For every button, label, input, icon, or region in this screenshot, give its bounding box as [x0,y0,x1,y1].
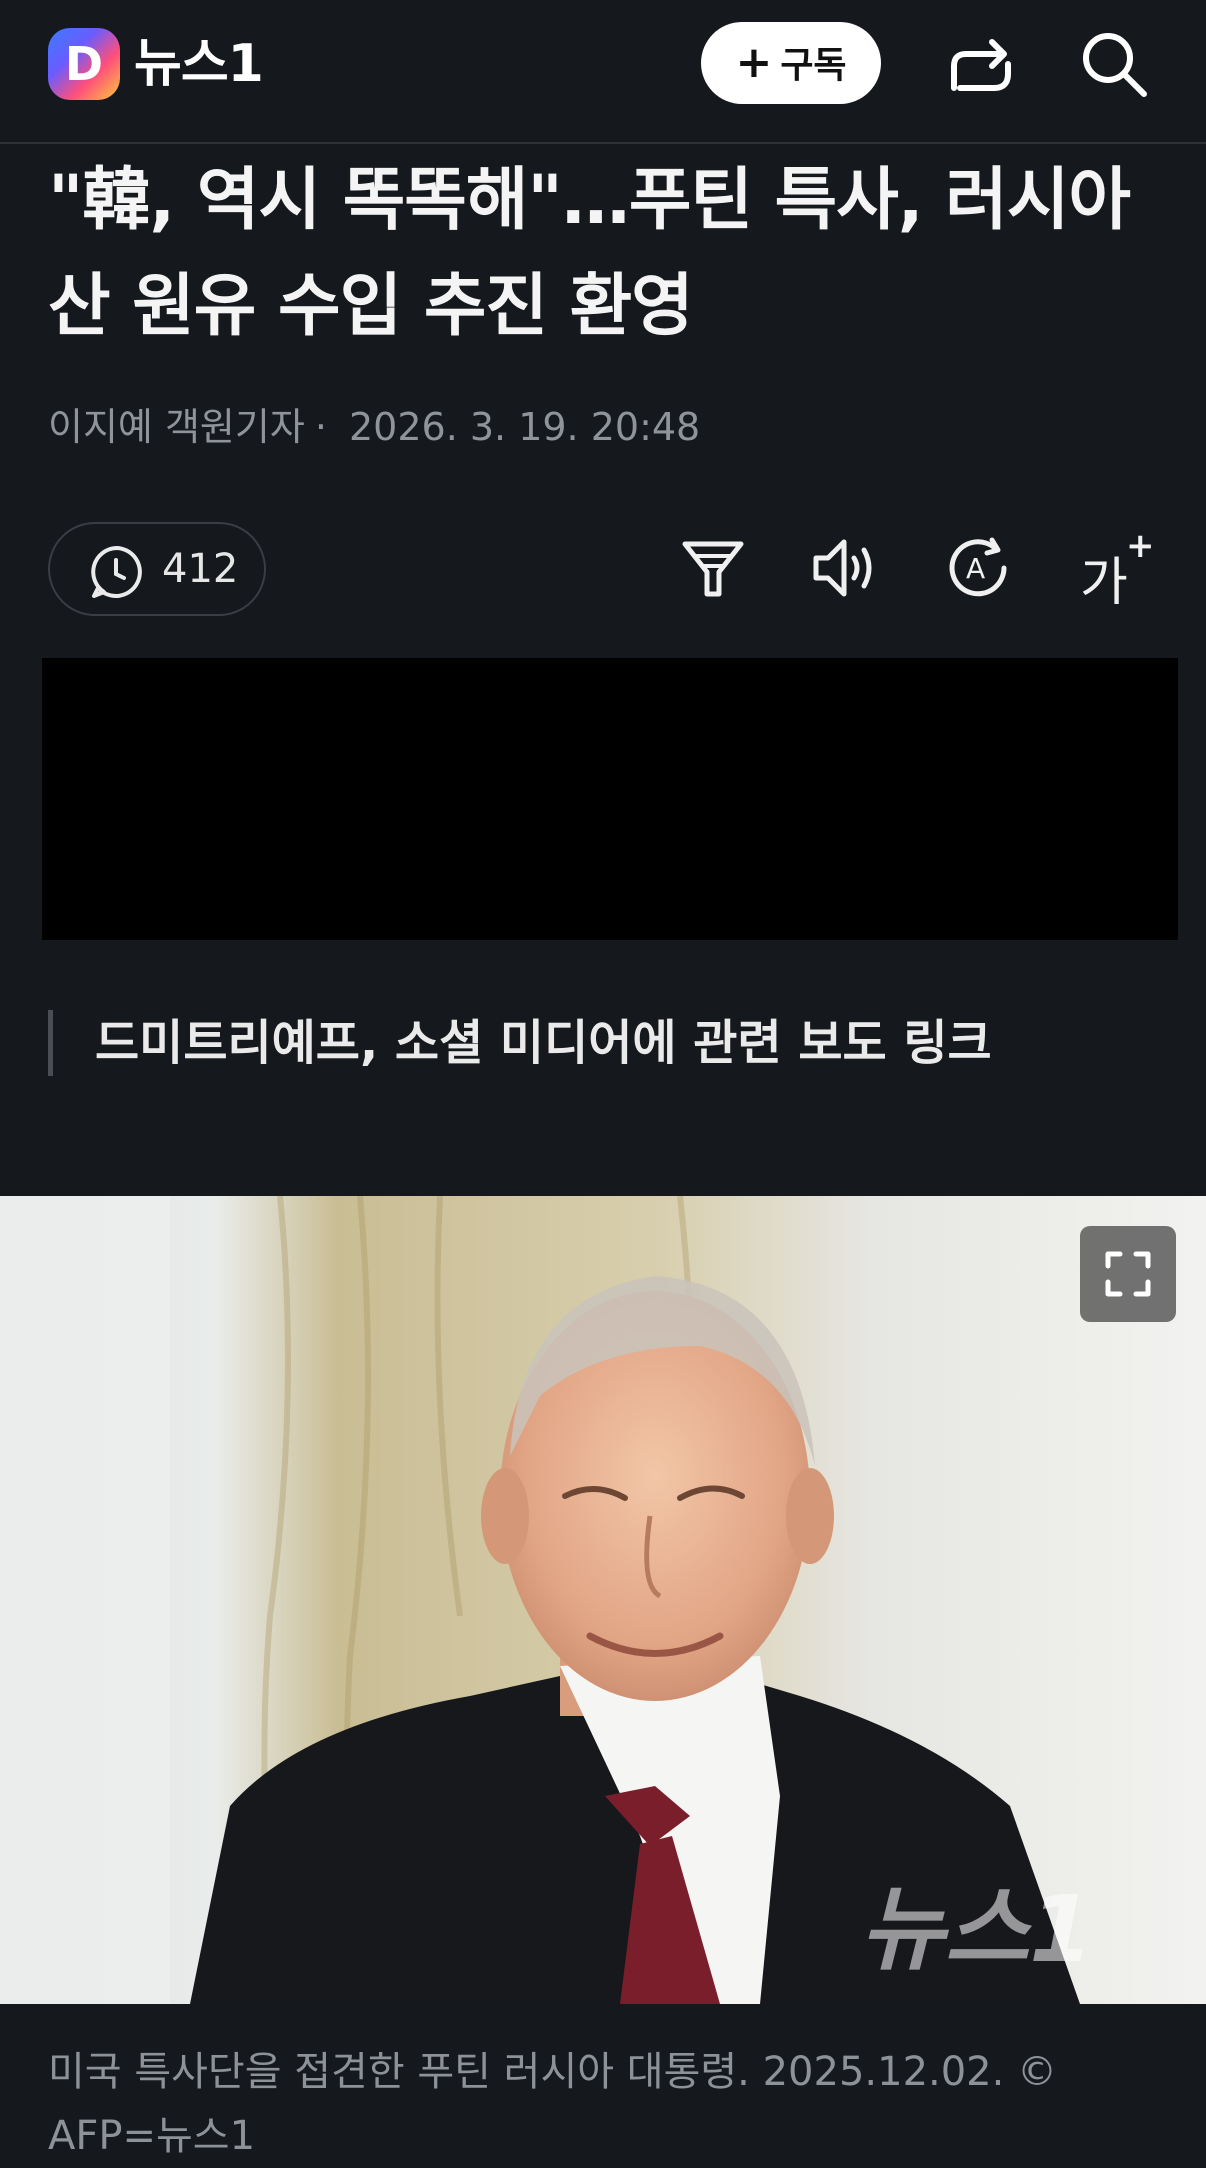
subscribe-button[interactable]: + 구독 [701,22,881,104]
separator-dot: · [314,405,327,449]
video-player[interactable] [42,658,1178,940]
filter-icon[interactable] [677,532,749,604]
expand-icon[interactable] [1080,1226,1176,1322]
publish-datetime: 2026. 3. 19. 20:48 [349,405,701,449]
plus-icon: + [735,37,773,88]
translate-icon[interactable]: A [942,532,1014,604]
article-photo[interactable]: 뉴스1 [0,1196,1206,2004]
search-icon[interactable] [1078,28,1150,100]
photo-watermark: 뉴스1 [860,1876,1093,1983]
brand-name[interactable]: 뉴스1 [134,30,264,98]
svg-text:A: A [966,552,985,585]
font-size-icon[interactable]: 가 + [1074,526,1155,613]
top-navigation-bar: D 뉴스1 + 구독 [0,0,1206,144]
audio-icon[interactable] [810,532,882,604]
photo-caption: 미국 특사단을 접견한 푸틴 러시아 대통령. 2025.12.02. © AF… [48,2049,1058,2159]
article-headline: "韓, 역시 똑똑해"…푸틴 특사, 러시아산 원유 수입 추진 환영 [48,161,1131,346]
subscribe-label: 구독 [780,45,847,86]
comment-count: 412 [162,546,239,592]
logo-letter: D [64,37,104,91]
logo-badge[interactable]: D [48,28,120,100]
reporter-name[interactable]: 이지예 객원기자 [48,405,305,449]
font-size-label: 가 [1080,553,1128,613]
share-icon[interactable] [946,30,1016,100]
article-byline: 이지예 객원기자 · 2026. 3. 19. 20:48 [48,396,700,451]
comment-clock-icon [91,546,142,598]
plus-icon: + [1126,526,1155,566]
article-subheading: 드미트리예프, 소셜 미디어에 관련 보도 링크 [48,1010,992,1076]
comments-button[interactable]: 412 [48,522,266,616]
